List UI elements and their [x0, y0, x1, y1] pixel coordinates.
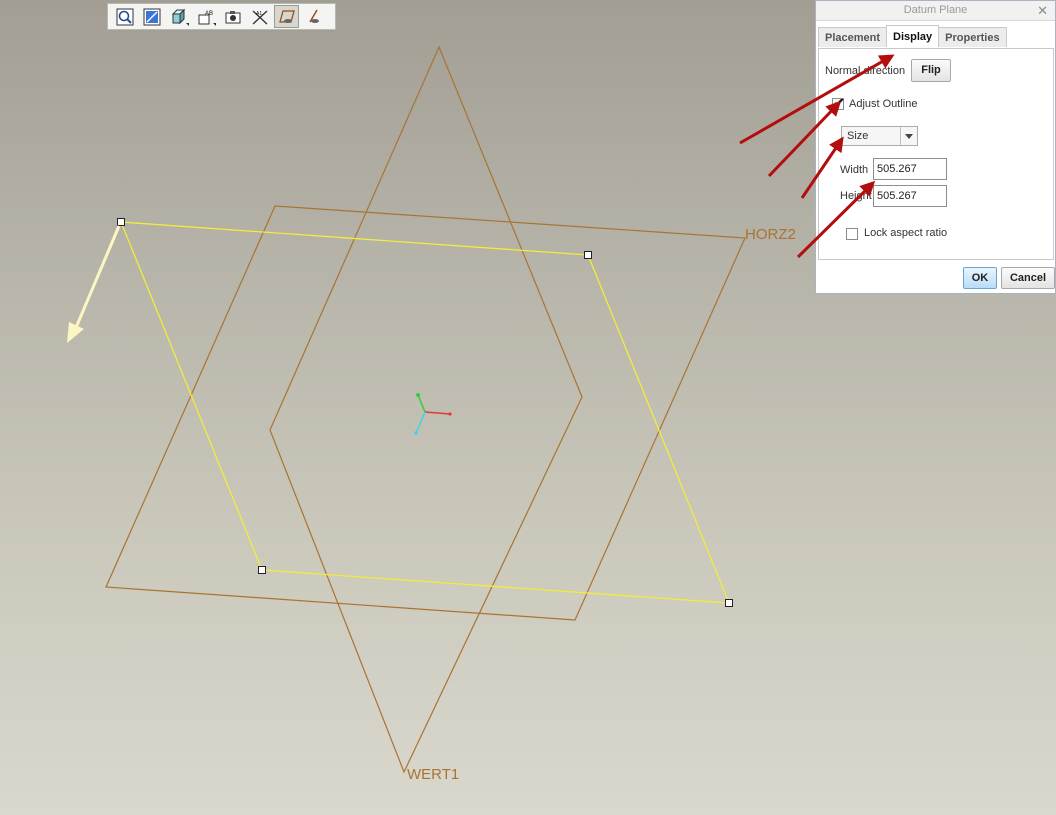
view-toolbar: AB A1: [107, 3, 336, 30]
display-style-button[interactable]: [166, 5, 191, 28]
datum-plane-vert[interactable]: [269, 45, 583, 774]
width-input[interactable]: [873, 158, 947, 180]
checkmark-icon: ✔: [833, 95, 845, 111]
chevron-down-icon: [900, 127, 917, 145]
dialog-title-bar: Datum Plane ✕: [816, 1, 1055, 21]
display-tab-panel: Normal direction Flip ✔ Adjust Outline S…: [818, 48, 1054, 260]
display-style-icon: [171, 8, 185, 24]
datum-plane-dialog: Datum Plane ✕ Placement Display Properti…: [815, 0, 1056, 294]
dialog-title: Datum Plane: [903, 4, 968, 16]
lock-aspect-ratio-label: Lock aspect ratio: [864, 227, 948, 239]
outline-mode-select[interactable]: Size: [841, 126, 918, 146]
ok-button[interactable]: OK: [963, 267, 997, 289]
height-label: Height: [840, 190, 872, 202]
tab-display[interactable]: Display: [886, 25, 940, 47]
sketch-plane-icon: [143, 8, 160, 25]
lock-aspect-ratio-checkbox[interactable]: [846, 228, 858, 240]
datum-plane-display-icon: [278, 9, 295, 23]
tab-properties[interactable]: Properties: [938, 27, 1007, 47]
annotation-display-icon: AB: [198, 11, 213, 24]
height-input[interactable]: [873, 185, 947, 207]
coordinate-triad-icon: [414, 393, 452, 435]
zoom-view-button[interactable]: [112, 5, 137, 28]
zoom-view-icon: [116, 8, 133, 25]
flip-button[interactable]: Flip: [911, 59, 951, 82]
outline-handle[interactable]: [117, 218, 125, 226]
svg-text:A1: A1: [256, 11, 262, 17]
datum-point-display-icon: [308, 9, 319, 23]
tab-placement[interactable]: Placement: [818, 27, 888, 47]
outline-handle[interactable]: [584, 251, 592, 259]
cancel-button[interactable]: Cancel: [1001, 267, 1055, 289]
adjust-outline-checkbox[interactable]: ✔: [832, 95, 845, 111]
datum-axis-display-button[interactable]: A1: [247, 5, 272, 28]
outline-mode-value: Size: [847, 130, 869, 142]
datum-point-display-button[interactable]: [301, 5, 326, 28]
datum-plane-horz[interactable]: [105, 205, 746, 621]
datum-label-vert: WERT1: [407, 766, 459, 783]
outline-handle[interactable]: [258, 566, 266, 574]
datum-label-horz: HORZ2: [745, 226, 796, 243]
outline-handle[interactable]: [725, 599, 733, 607]
width-label: Width: [840, 164, 869, 176]
adjust-outline-label: Adjust Outline: [849, 98, 918, 110]
normal-direction-arrow[interactable]: [67, 225, 121, 343]
normal-direction-label: Normal direction: [825, 65, 906, 77]
saved-views-button[interactable]: [220, 5, 245, 28]
dialog-tabs: Placement Display Properties: [818, 25, 1007, 48]
camera-icon: [225, 10, 240, 23]
close-icon[interactable]: ✕: [1037, 1, 1048, 20]
datum-plane-display-button[interactable]: [274, 5, 299, 28]
annotation-display-button[interactable]: AB: [193, 5, 218, 28]
svg-text:AB: AB: [205, 11, 213, 17]
datum-axis-display-icon: A1: [252, 10, 267, 24]
sketch-plane-button[interactable]: [139, 5, 164, 28]
